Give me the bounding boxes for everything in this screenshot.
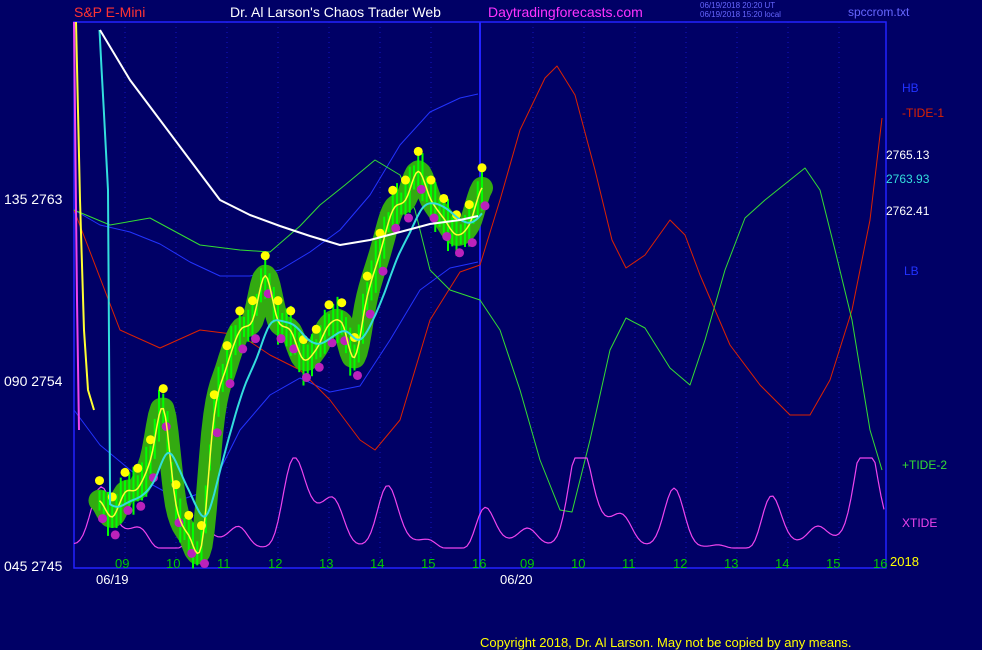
bar-low-marker [353,370,362,380]
x-tick-label: 11 [622,556,636,571]
bar-high-marker [362,271,372,281]
y-axis-label: 090 2754 [4,373,63,389]
x-tick-label: 14 [775,556,790,571]
timestamp-local: 06/19/2018 15:20 local [700,10,781,19]
price-label-white: 2762.41 [886,204,930,218]
x-tick-label: 13 [724,556,739,571]
white-ma-line [99,29,479,246]
tide1-line [73,65,883,451]
bar-high-marker [439,193,449,203]
bar-low-marker [416,184,426,194]
bar-high-marker [464,200,474,210]
bar-low-marker [314,362,324,372]
vertical-grid [124,22,840,568]
x-tick-label: 09 [115,556,130,571]
site-url[interactable]: Daytradingforecasts.com [488,4,643,20]
bar-low-marker [378,266,388,276]
legend-lb: LB [904,264,919,278]
bar-low-marker [276,334,286,344]
price-label-high: 2765.13 [886,148,930,162]
bar-low-marker [480,201,490,211]
x-tick-label: 10 [571,556,586,571]
bar-low-marker [98,514,107,524]
x-tick-label: 14 [370,556,385,571]
year-label: 2018 [890,554,919,569]
x-tick-label: 15 [421,556,436,571]
legend-xtide: XTIDE [902,516,938,530]
bar-high-marker [401,175,410,185]
bar-low-marker [442,231,452,241]
symbol-title: S&P E-Mini [74,4,146,20]
bar-high-marker [120,467,130,477]
bar-low-marker [123,505,133,515]
bar-high-marker [273,296,283,306]
bar-high-marker [95,476,104,486]
bar-low-marker [302,373,311,383]
chart-canvas [73,21,887,569]
bar-low-marker [404,213,413,223]
bar-high-marker [222,341,232,351]
price-bars [88,146,493,569]
bar-high-marker [324,300,334,310]
bar-high-marker [337,298,347,308]
bar-low-marker [467,238,477,248]
bar-high-marker [311,324,321,334]
bar-high-marker [388,185,398,195]
bar-high-marker [235,306,245,316]
bar-high-marker [426,175,436,185]
bar-low-marker [455,248,464,258]
x-tick-label: 15 [826,556,841,571]
x-tick-label: 11 [217,556,231,571]
bar-high-marker [184,510,194,520]
bar-low-marker [200,559,209,569]
legend-hb: HB [902,81,919,95]
bar-high-marker [299,335,308,345]
x-tick-label: 09 [520,556,535,571]
legend-tide2: +TIDE-2 [902,458,948,472]
date-label: 06/19 [96,572,129,587]
bar-low-marker [251,334,260,344]
data-filename: spccrom.txt [848,5,910,19]
bar-low-marker [238,344,248,354]
y-axis-label: 135 2763 [4,191,63,207]
legend-tide1: -TIDE-1 [902,106,944,120]
price-label-cyan: 2763.93 [886,172,930,186]
bar-high-marker [477,163,487,173]
bar-high-marker [158,384,168,394]
bar-high-marker [133,463,143,473]
bar-high-marker [248,296,257,306]
x-tick-label: 16 [873,556,888,571]
bar-high-marker [286,306,296,316]
bar-high-marker [413,146,423,156]
y-axis-label: 045 2745 [4,558,63,574]
bar-low-marker [136,501,146,511]
date-label: 06/20 [500,572,533,587]
bar-low-marker [110,530,120,540]
bar-high-marker [260,251,270,261]
copyright-notice: Copyright 2018, Dr. Al Larson. May not b… [480,635,852,650]
timestamp-ut: 06/19/2018 20:20 UT [700,1,776,10]
site-title: Dr. Al Larson's Chaos Trader Web [230,4,441,20]
x-tick-label: 12 [268,556,283,571]
bar-low-marker [212,428,222,438]
x-tick-label: 10 [166,556,181,571]
x-tick-label: 13 [319,556,334,571]
bar-low-marker [225,379,235,389]
x-tick-label: 16 [472,556,487,571]
x-tick-label: 12 [673,556,688,571]
bar-low-marker [429,213,439,223]
